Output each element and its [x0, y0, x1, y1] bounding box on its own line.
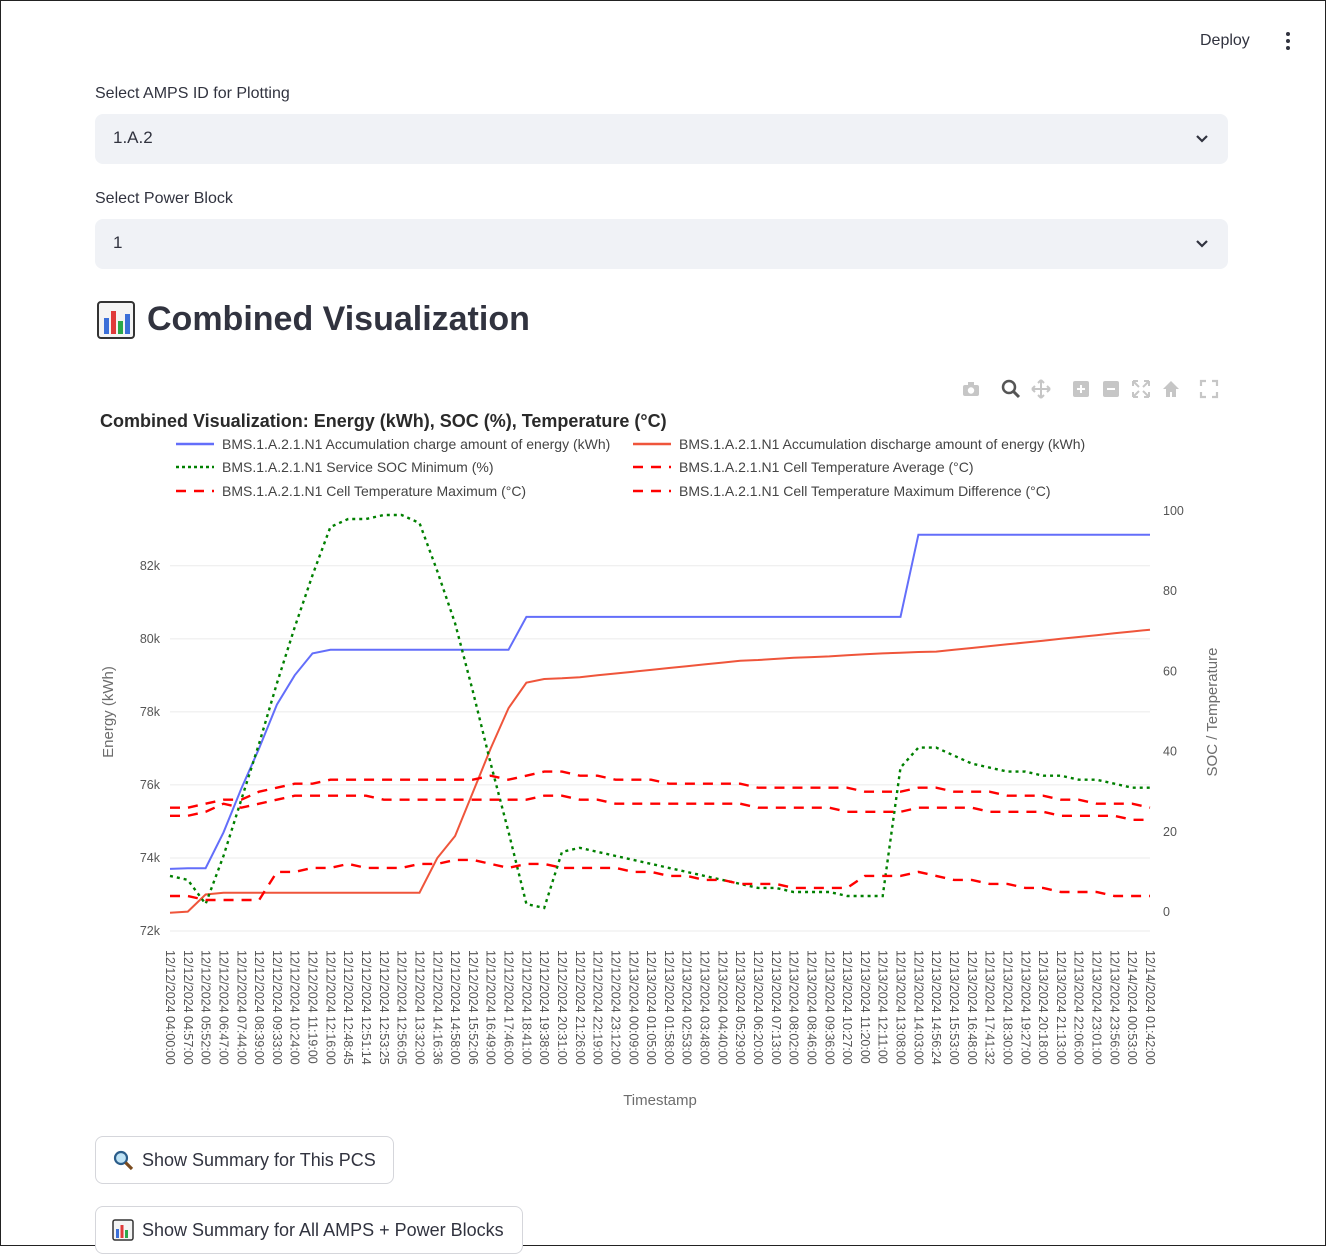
x-tick-label: 12/12/2024 08:39:00	[252, 950, 266, 1065]
show-summary-pcs-button[interactable]: Show Summary for This PCS	[95, 1136, 394, 1184]
y2-tick-label: 60	[1163, 664, 1177, 678]
x-tick-label: 12/13/2024 11:20:00	[858, 950, 872, 1064]
x-tick-label: 12/12/2024 15:52:06	[466, 950, 480, 1065]
y-tick-label: 82k	[140, 559, 161, 573]
x-tick-label: 12/13/2024 12:11:00	[876, 950, 890, 1064]
x-tick-label: 12/13/2024 01:05:00	[644, 950, 658, 1065]
x-tick-label: 12/12/2024 18:41:00	[519, 950, 533, 1065]
x-tick-label: 12/13/2024 17:41:32	[983, 950, 997, 1065]
x-tick-label: 12/13/2024 19:27:00	[1018, 950, 1032, 1065]
x-tick-label: 12/13/2024 18:30:00	[1000, 950, 1014, 1065]
x-tick-label: 12/12/2024 11:19:00	[306, 950, 320, 1064]
x-tick-label: 12/12/2024 23:12:00	[608, 950, 622, 1065]
x-tick-label: 12/13/2024 14:03:00	[911, 950, 925, 1065]
x-tick-label: 12/13/2024 05:29:00	[733, 950, 747, 1065]
x-tick-label: 12/12/2024 06:47:00	[216, 950, 230, 1065]
x-tick-label: 12/13/2024 07:13:00	[769, 950, 783, 1065]
series-line-0	[169, 533, 1150, 870]
y2-tick-label: 100	[1163, 504, 1184, 518]
summary-all-label: Show Summary for All AMPS + Power Blocks	[142, 1219, 504, 1240]
x-tick-label: 12/13/2024 16:48:00	[965, 950, 979, 1065]
x-tick-label: 12/12/2024 22:19:00	[591, 950, 605, 1065]
y-tick-label: 80k	[140, 632, 161, 646]
y2-tick-label: 20	[1163, 825, 1177, 839]
x-tick-label: 12/13/2024 23:01:00	[1090, 950, 1104, 1065]
y-axis-title: Energy (kWh)	[100, 666, 117, 758]
summary-pcs-label: Show Summary for This PCS	[142, 1149, 376, 1170]
magnifier-icon	[113, 1150, 134, 1171]
y-tick-label: 76k	[140, 778, 161, 792]
x-tick-label: 12/13/2024 02:53:00	[680, 950, 694, 1065]
x-tick-label: 12/12/2024 14:58:00	[448, 950, 462, 1065]
x-tick-label: 12/12/2024 21:26:00	[573, 950, 587, 1065]
y2-tick-label: 40	[1163, 745, 1177, 759]
x-tick-label: 12/12/2024 04:57:00	[181, 950, 195, 1065]
x-tick-label: 12/13/2024 06:20:00	[751, 950, 765, 1065]
y-tick-label: 78k	[140, 705, 161, 719]
x-tick-label: 12/13/2024 20:18:00	[1036, 950, 1050, 1065]
x-tick-label: 12/12/2024 13:32:00	[412, 950, 426, 1065]
x-tick-label: 12/12/2024 12:53:25	[377, 950, 391, 1065]
series-line-5	[170, 858, 1150, 902]
series-line-3	[170, 794, 1150, 821]
y-tick-label: 72k	[140, 924, 161, 938]
x-tick-label: 12/13/2024 10:27:00	[840, 950, 854, 1065]
x-tick-label: 12/13/2024 01:58:00	[662, 950, 676, 1065]
x-tick-label: 12/12/2024 04:00:00	[163, 950, 177, 1065]
x-tick-label: 12/12/2024 12:51:14	[359, 950, 373, 1065]
x-tick-label: 12/13/2024 14:56:24	[929, 950, 943, 1065]
y2-tick-label: 80	[1163, 584, 1177, 598]
x-tick-label: 12/13/2024 21:13:00	[1054, 950, 1068, 1065]
x-tick-label: 12/12/2024 14:16:36	[430, 950, 444, 1065]
x-tick-label: 12/12/2024 17:46:00	[502, 950, 516, 1065]
x-tick-label: 12/12/2024 19:38:00	[537, 950, 551, 1065]
x-tick-label: 12/13/2024 03:48:00	[698, 950, 712, 1065]
x-tick-label: 12/14/2024 01:42:00	[1143, 950, 1157, 1065]
x-tick-label: 12/13/2024 09:36:00	[822, 950, 836, 1065]
series-line-4	[170, 770, 1151, 809]
y2-axis-title: SOC / Temperature	[1204, 648, 1221, 777]
x-axis-title: Timestamp	[623, 1092, 697, 1109]
x-tick-label: 12/13/2024 13:08:00	[894, 950, 908, 1065]
x-tick-label: 12/13/2024 08:46:00	[804, 950, 818, 1065]
x-tick-label: 12/12/2024 12:56:05	[395, 950, 409, 1065]
x-tick-label: 12/12/2024 07:44:00	[234, 950, 248, 1065]
x-tick-label: 12/13/2024 00:09:00	[626, 950, 640, 1065]
x-tick-label: 12/12/2024 16:49:00	[484, 950, 498, 1065]
x-tick-label: 12/13/2024 23:56:00	[1107, 950, 1121, 1065]
x-tick-label: 12/12/2024 05:52:00	[199, 950, 213, 1065]
x-tick-label: 12/12/2024 12:48:45	[341, 950, 355, 1065]
x-tick-label: 12/12/2024 10:24:00	[288, 950, 302, 1065]
y-tick-label: 74k	[140, 851, 161, 865]
bar-chart-icon	[112, 1219, 134, 1241]
x-tick-label: 12/12/2024 09:33:00	[270, 950, 284, 1065]
y2-tick-label: 0	[1163, 905, 1170, 919]
x-tick-label: 12/13/2024 08:02:00	[787, 950, 801, 1065]
x-tick-label: 12/12/2024 20:31:00	[555, 950, 569, 1065]
combined-chart[interactable]: 72k 74k 76k 78k 80k 82k 0 20 40 60 80 100 12/12/2024…	[0, 0, 1326, 1120]
x-tick-label: 12/13/2024 04:40:00	[715, 950, 729, 1065]
x-tick-label: 12/14/2024 00:53:00	[1125, 950, 1139, 1065]
x-tick-label: 12/12/2024 12:16:00	[323, 950, 337, 1065]
x-tick-label: 12/13/2024 22:06:00	[1072, 950, 1086, 1065]
x-tick-label: 12/13/2024 15:53:00	[947, 950, 961, 1065]
show-summary-all-button[interactable]: Show Summary for All AMPS + Power Blocks	[95, 1206, 523, 1254]
